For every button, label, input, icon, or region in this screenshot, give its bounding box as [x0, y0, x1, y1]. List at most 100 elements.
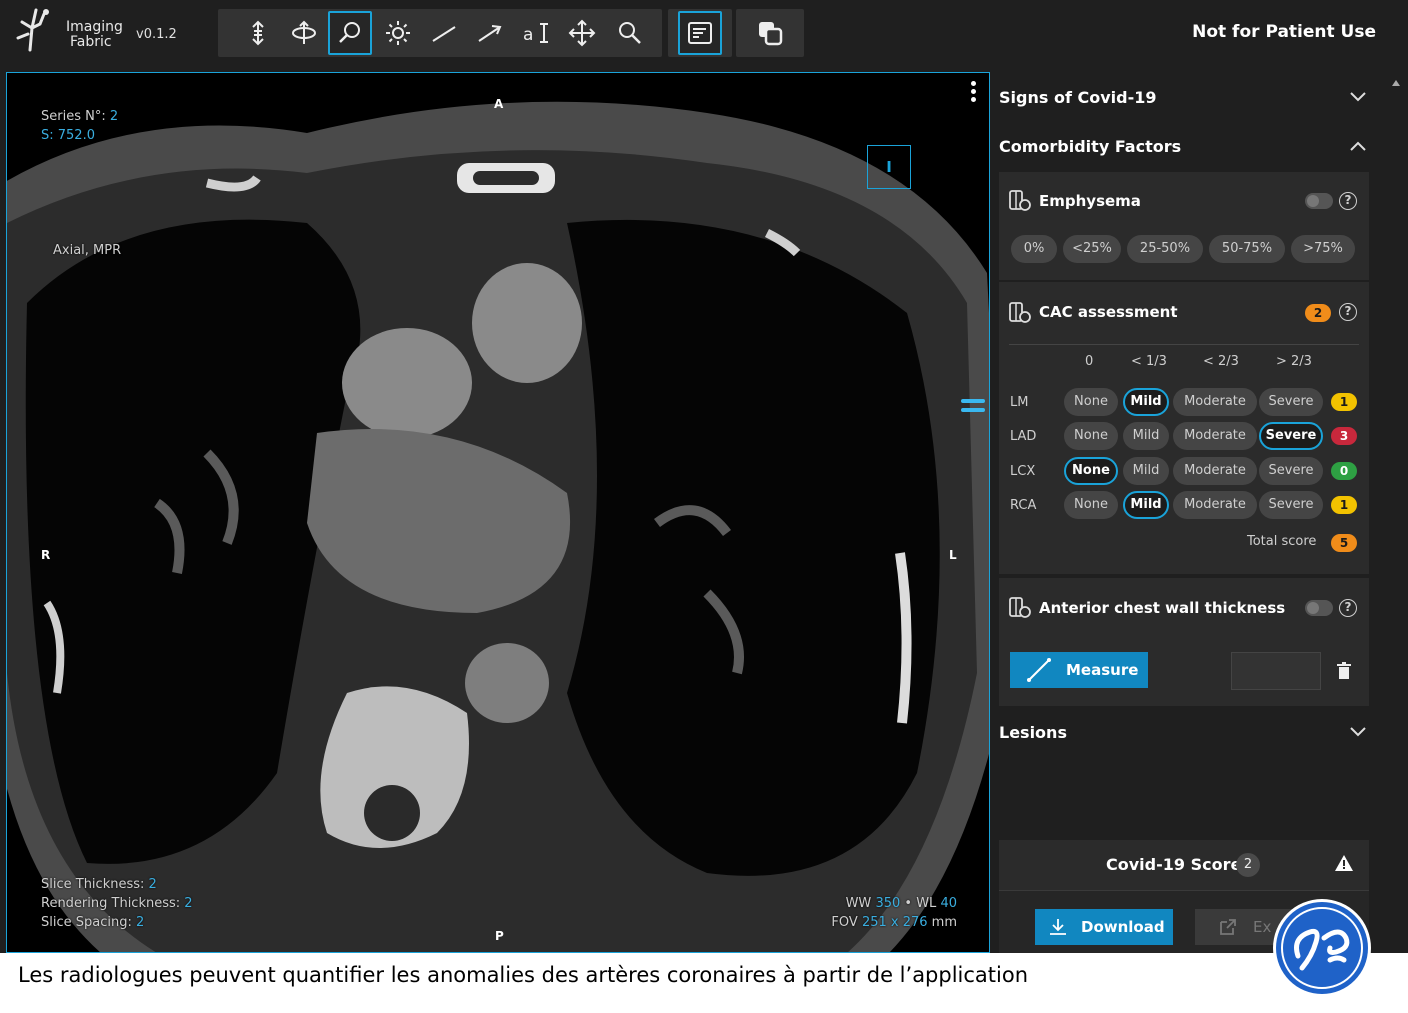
arrow-tool-button[interactable] — [468, 11, 512, 55]
ct-image-viewer[interactable]: Series N°: 2 S: 752.0 Axial, MPR A P R L… — [6, 72, 990, 953]
rendering-thickness-label: Rendering Thickness: — [41, 896, 181, 911]
cac-option-none[interactable]: None — [1064, 422, 1118, 450]
measure-line-icon — [1027, 658, 1051, 682]
cac-row-label: RCA — [1010, 498, 1037, 513]
emphysema-option-2[interactable]: 25-50% — [1127, 235, 1203, 263]
chevron-down-icon[interactable] — [1350, 92, 1366, 102]
trash-icon[interactable] — [1337, 662, 1351, 680]
chest-wall-title: Anterior chest wall thickness — [1039, 599, 1286, 617]
report-group — [668, 9, 732, 57]
slice-spacing-label: Slice Spacing: — [41, 915, 132, 930]
report-icon — [688, 22, 712, 44]
cac-option-severe[interactable]: Severe — [1259, 422, 1323, 450]
slice-thickness-value: 2 — [148, 877, 157, 892]
cac-option-mild[interactable]: Mild — [1123, 491, 1169, 519]
ww-label: WW — [845, 896, 872, 911]
cac-option-mild[interactable]: Mild — [1123, 388, 1169, 416]
rendering-thickness-value: 2 — [184, 896, 193, 911]
chest-wall-help-icon[interactable]: ? — [1339, 599, 1357, 617]
cac-option-moderate[interactable]: Moderate — [1173, 422, 1257, 450]
cac-row-label: LAD — [1010, 429, 1037, 444]
covid-score-value: 2 — [1236, 853, 1260, 877]
emphysema-option-4[interactable]: >75% — [1291, 235, 1355, 263]
emphysema-toggle[interactable] — [1305, 193, 1333, 209]
emphysema-option-3[interactable]: 50-75% — [1209, 235, 1285, 263]
cac-row-score-badge: 3 — [1331, 427, 1357, 445]
search-icon — [619, 22, 641, 44]
lesions-header[interactable]: Lesions — [999, 723, 1067, 742]
line-icon — [432, 26, 456, 42]
view-type-label: Axial, MPR — [53, 243, 122, 258]
logo-name-line1: Imaging — [66, 19, 123, 35]
cac-option-moderate[interactable]: Moderate — [1173, 491, 1257, 519]
cac-divider — [1009, 344, 1359, 345]
text-tool-button[interactable]: a — [514, 11, 558, 55]
covid-score-bar: Covid-19 Score 2 — [999, 840, 1369, 890]
emphysema-option-1[interactable]: <25% — [1063, 235, 1121, 263]
scroll-up-arrow-icon[interactable] — [1392, 80, 1400, 86]
layers-button[interactable] — [748, 11, 792, 55]
rotate-tool-button[interactable] — [282, 11, 326, 55]
cac-option-mild[interactable]: Mild — [1123, 422, 1169, 450]
heart-scan-icon — [1009, 302, 1031, 323]
cac-colhead-2: < 2/3 — [1203, 354, 1239, 369]
measure-button[interactable]: Measure — [1010, 652, 1148, 688]
cac-option-none[interactable]: None — [1064, 457, 1118, 485]
chevron-down-icon[interactable] — [1350, 727, 1366, 737]
comorbidity-header[interactable]: Comorbidity Factors — [999, 137, 1181, 156]
orientation-right: L — [949, 548, 957, 562]
inferior-orientation-box[interactable]: I — [867, 145, 911, 189]
rotate-3d-icon — [292, 20, 316, 44]
cac-colhead-0: 0 — [1085, 354, 1094, 369]
cac-option-severe[interactable]: Severe — [1259, 491, 1323, 519]
wl-label: WL — [916, 896, 937, 911]
download-button[interactable]: Download — [1035, 909, 1173, 945]
measure-value-field[interactable] — [1231, 652, 1321, 690]
download-icon — [1050, 919, 1066, 935]
report-button[interactable] — [678, 11, 722, 55]
orientation-bottom: P — [495, 929, 504, 943]
panel-scrollbar[interactable] — [1386, 72, 1406, 953]
cac-colhead-3: > 2/3 — [1276, 354, 1312, 369]
cac-option-none[interactable]: None — [1064, 388, 1118, 416]
viewer-menu-icon[interactable] — [971, 81, 977, 105]
logo-name-line2: Fabric — [70, 34, 112, 50]
cac-option-moderate[interactable]: Moderate — [1173, 457, 1257, 485]
layers-icon — [759, 22, 783, 46]
search-tool-button[interactable] — [608, 11, 652, 55]
pan-tool-button[interactable] — [560, 11, 604, 55]
window-level-tool-button[interactable] — [376, 11, 420, 55]
slice-spacing-value: 2 — [136, 915, 145, 930]
cac-option-none[interactable]: None — [1064, 491, 1118, 519]
chest-wall-toggle[interactable] — [1305, 600, 1333, 616]
slice-thickness-label: Slice Thickness: — [41, 877, 145, 892]
fov-value: 251 x 276 — [861, 915, 928, 930]
zoom-tool-button[interactable] — [328, 11, 372, 55]
emphysema-card: Emphysema ? 0% <25% 25-50% 50-75% >75% — [999, 172, 1369, 280]
measure-label: Measure — [1066, 661, 1139, 679]
line-tool-button[interactable] — [422, 11, 466, 55]
cac-option-mild[interactable]: Mild — [1123, 457, 1169, 485]
scroll-tool-button[interactable] — [236, 11, 280, 55]
magnifier-icon — [339, 22, 360, 43]
signs-of-covid-header[interactable]: Signs of Covid-19 — [999, 88, 1156, 107]
cac-option-severe[interactable]: Severe — [1259, 388, 1323, 416]
cac-title: CAC assessment — [1039, 303, 1178, 321]
cac-option-severe[interactable]: Severe — [1259, 457, 1323, 485]
analysis-panel: Signs of Covid-19 Comorbidity Factors Em… — [992, 72, 1384, 953]
series-info: Series N°: 2 S: 752.0 — [41, 107, 118, 145]
brightness-icon — [386, 21, 410, 45]
slice-slider-handle[interactable] — [961, 399, 985, 421]
orientation-left: R — [41, 548, 51, 562]
emphysema-help-icon[interactable]: ? — [1339, 192, 1357, 210]
cac-row-label: LM — [1010, 395, 1029, 410]
tool-group: a — [218, 9, 662, 57]
cac-row-score-badge: 0 — [1331, 462, 1357, 480]
chevron-up-icon[interactable] — [1350, 141, 1366, 151]
emphysema-option-0[interactable]: 0% — [1011, 235, 1057, 263]
cac-option-moderate[interactable]: Moderate — [1173, 388, 1257, 416]
orientation-top: A — [494, 97, 504, 111]
caption-text: Les radiologues peuvent quantifier les a… — [18, 963, 1029, 987]
cac-help-icon[interactable]: ? — [1339, 303, 1357, 321]
cac-row-score-badge: 1 — [1331, 496, 1357, 514]
